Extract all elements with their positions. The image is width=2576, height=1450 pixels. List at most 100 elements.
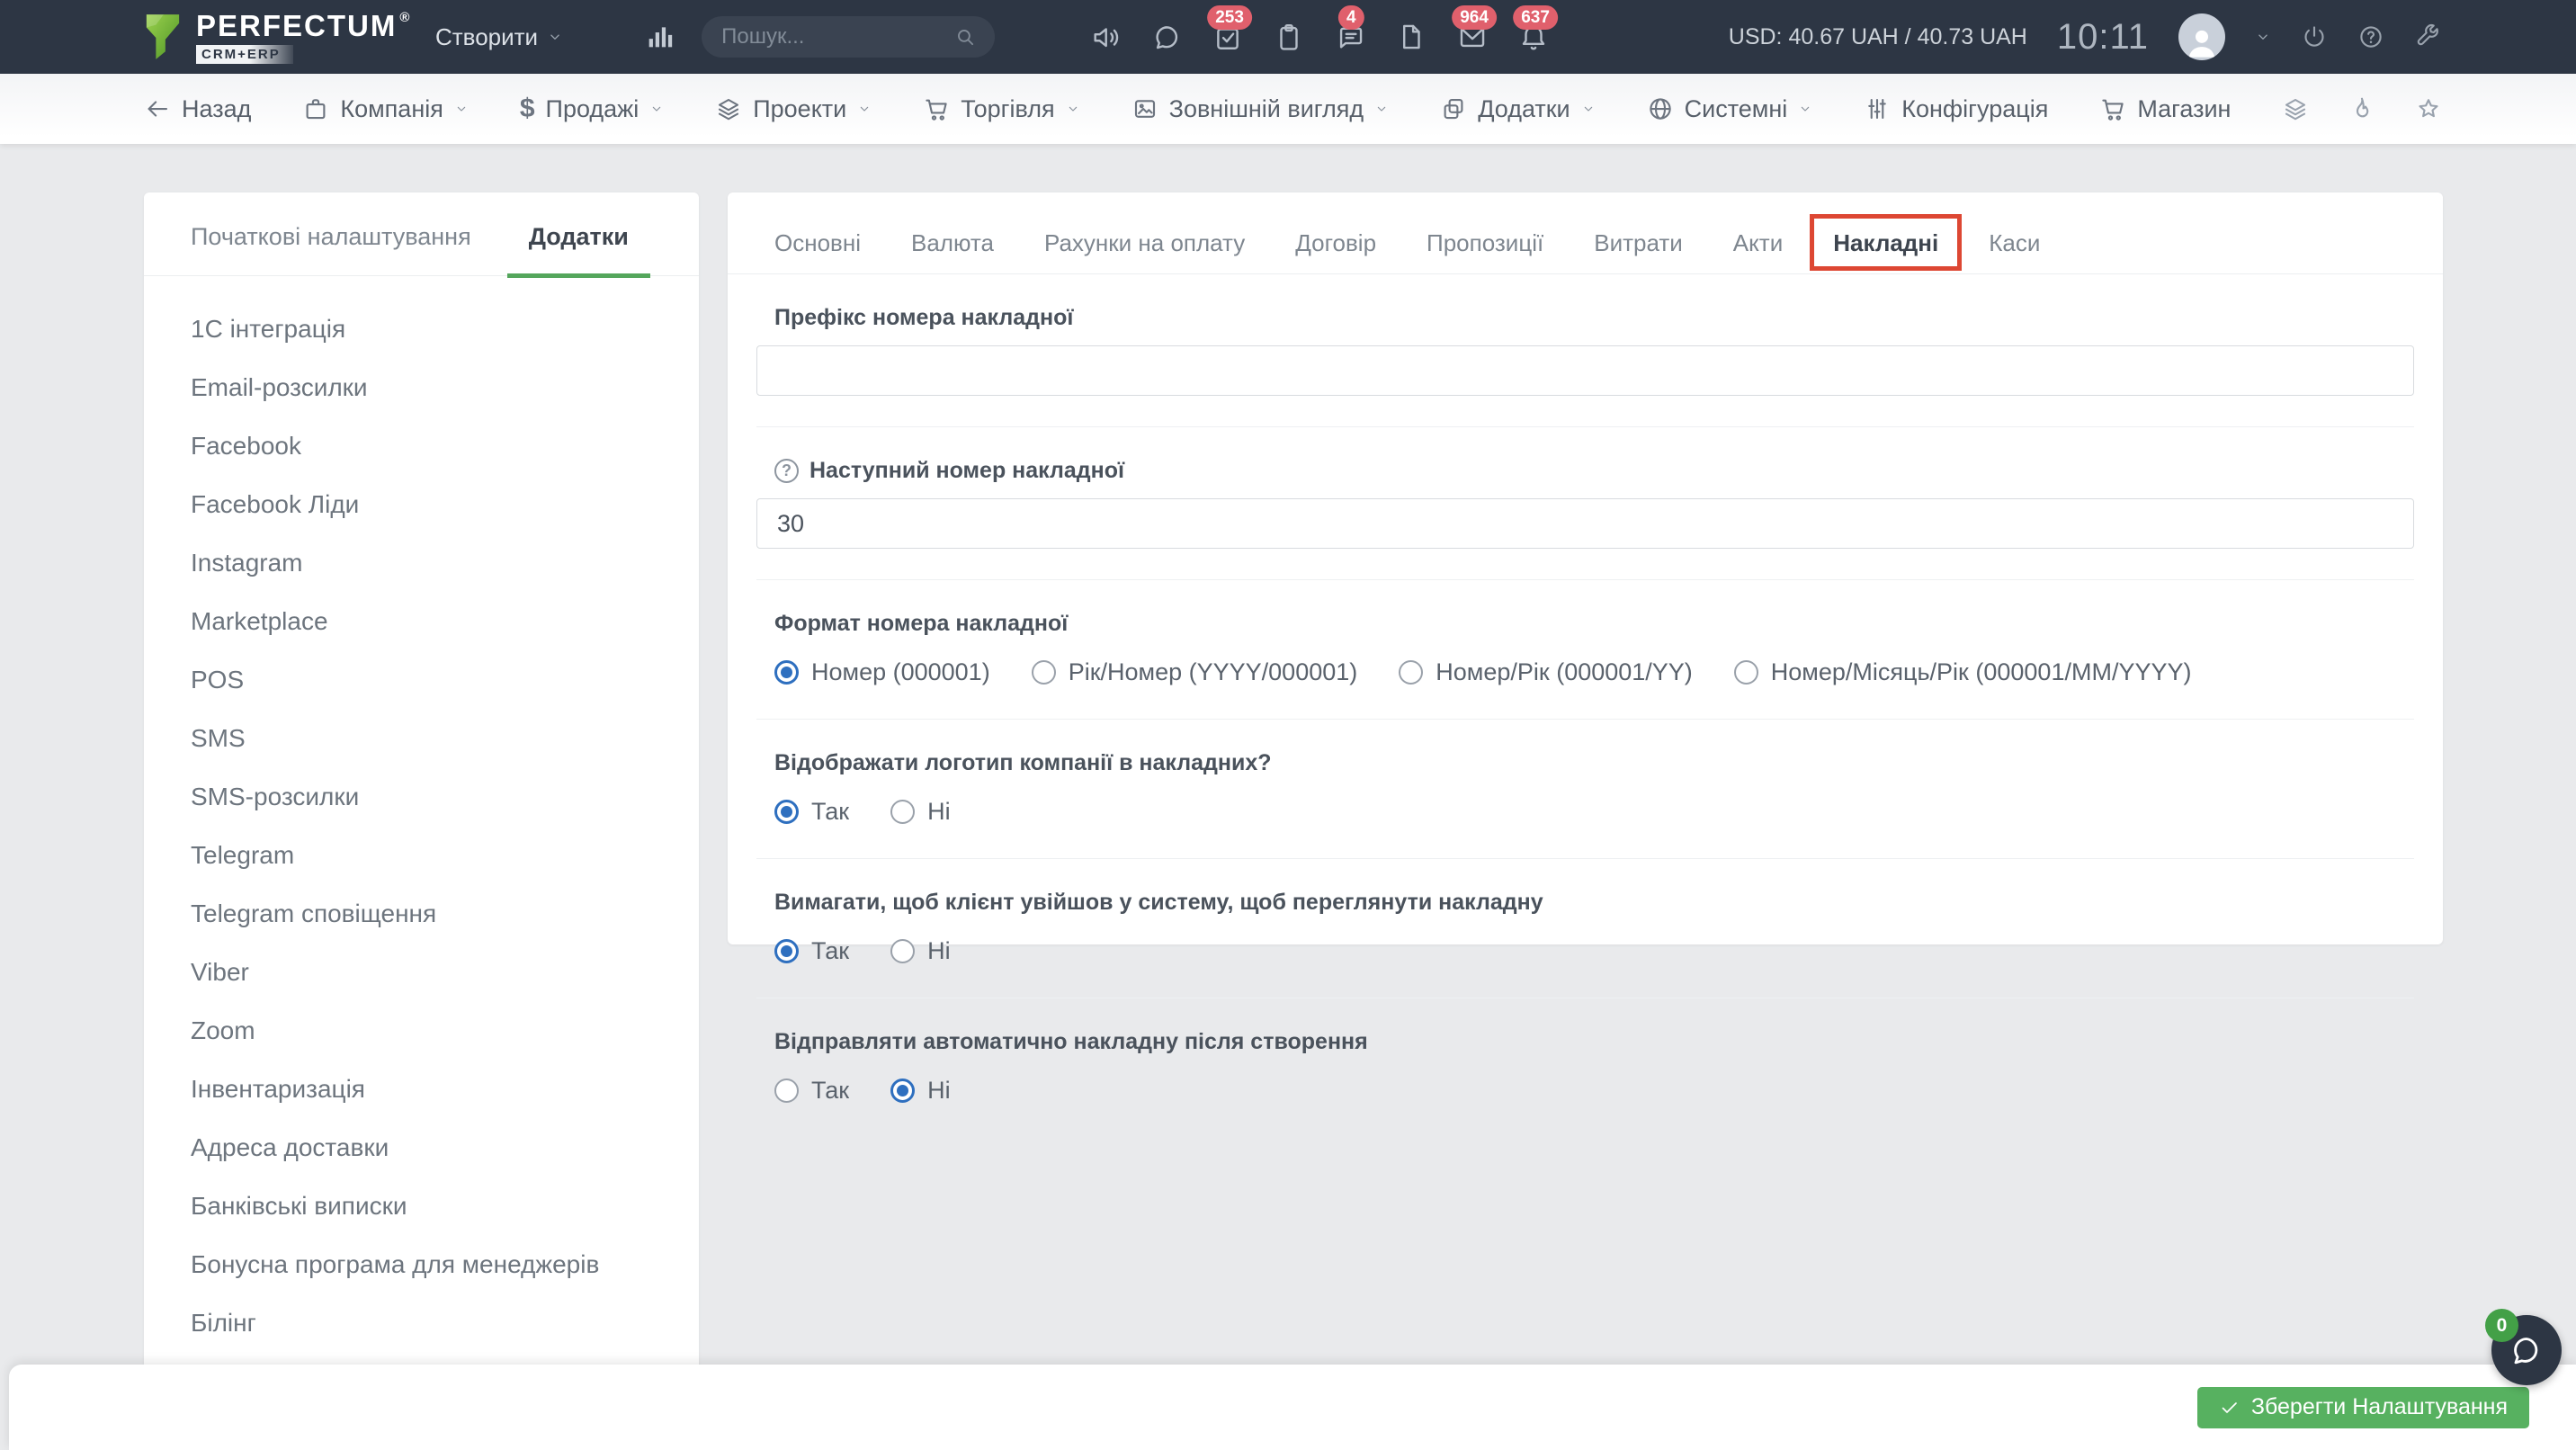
list-item-telegram-notifications[interactable]: Telegram сповіщення: [191, 884, 699, 943]
menu-item-addons[interactable]: Додатки: [1440, 95, 1595, 123]
radio-format-year-number[interactable]: Рік/Номер (YYYY/000001): [1031, 658, 1357, 686]
radio-label: Ні: [927, 1077, 951, 1104]
tab-acts[interactable]: Акти: [1733, 229, 1783, 257]
list-item-instagram[interactable]: Instagram: [191, 533, 699, 592]
chevron-down-icon: [1802, 106, 1810, 112]
tab-proposals[interactable]: Пропозиції: [1427, 229, 1543, 257]
radio-no[interactable]: Ні: [890, 798, 951, 826]
header-icons: 253 4 964 637: [1090, 5, 1558, 52]
radio-no[interactable]: Ні: [890, 1077, 951, 1105]
logo[interactable]: PERFECTUM ® CRM+ERP: [144, 11, 430, 64]
menu-item-projects[interactable]: Проекти: [715, 95, 872, 123]
menu-item-trade[interactable]: Торгівля: [923, 95, 1079, 123]
currency-rates: USD: 40.67 UAH / 40.73 UAH: [1728, 23, 2027, 49]
person-icon: [2188, 30, 2215, 58]
list-item-facebook[interactable]: Facebook: [191, 416, 699, 475]
list-item-email-campaigns[interactable]: Email-розсилки: [191, 358, 699, 416]
list-item-sms[interactable]: SMS: [191, 709, 699, 767]
create-button[interactable]: Створити: [430, 22, 568, 52]
statistics-icon[interactable]: [644, 22, 675, 52]
support-chat-button[interactable]: 0: [2485, 1309, 2562, 1385]
next-number-label: ? Наступний номер накладної: [774, 458, 2414, 484]
hot-button[interactable]: [2348, 95, 2375, 122]
tools-button[interactable]: [2414, 23, 2441, 50]
comments-button[interactable]: 4: [1335, 5, 1365, 52]
list-item-facebook-leads[interactable]: Facebook Ліди: [191, 475, 699, 533]
radio-format-number[interactable]: Номер (000001): [774, 658, 990, 686]
list-item-sms-campaigns[interactable]: SMS-розсилки: [191, 767, 699, 826]
documents-button[interactable]: [1396, 22, 1427, 52]
tab-main[interactable]: Основні: [774, 229, 861, 257]
search-input[interactable]: [720, 23, 954, 50]
notifications-button[interactable]: 637: [1513, 5, 1558, 52]
list-item-telegram[interactable]: Telegram: [191, 826, 699, 884]
radio-label: Ні: [927, 937, 951, 964]
radio-no[interactable]: Ні: [890, 937, 951, 965]
tab-expenses[interactable]: Витрати: [1594, 229, 1683, 257]
list-item-billing[interactable]: Білінг: [191, 1293, 699, 1352]
list-item-pos[interactable]: POS: [191, 650, 699, 709]
list-item-viber[interactable]: Viber: [191, 943, 699, 1001]
tab-contract[interactable]: Договір: [1295, 229, 1376, 257]
radio-format-number-month-year[interactable]: Номер/Місяць/Рік (000001/MM/YYYY): [1733, 658, 2191, 686]
briefcase-icon: [306, 99, 326, 120]
menu-item-sales[interactable]: $ Продажі: [520, 95, 664, 123]
power-icon: [2304, 26, 2324, 47]
menu-item-store[interactable]: Магазин: [2099, 95, 2231, 123]
sliders-icon: [1868, 98, 1887, 120]
radio-button: [890, 1079, 916, 1103]
list-item-bank-statements[interactable]: Банківські виписки: [191, 1177, 699, 1235]
sidebar-tabs: Початкові налаштування Додатки: [144, 192, 699, 278]
user-avatar[interactable]: [2178, 13, 2225, 60]
sound-button[interactable]: [1090, 22, 1121, 52]
prefix-input[interactable]: [756, 345, 2414, 396]
number-format-options: Номер (000001) Рік/Номер (YYYY/000001) Н…: [774, 658, 2414, 686]
list-item-inventory[interactable]: Інвентаризація: [191, 1060, 699, 1118]
help-circle-icon[interactable]: ?: [774, 459, 799, 483]
menu-item-configuration[interactable]: Конфігурація: [1864, 95, 2048, 123]
menu-item-appearance[interactable]: Зовнішній вигляд: [1131, 95, 1390, 123]
menu-item-company[interactable]: Компанія: [302, 95, 468, 123]
chat-button[interactable]: [1151, 22, 1182, 52]
menu-item-label: Зовнішній вигляд: [1168, 94, 1364, 122]
radio-yes[interactable]: Так: [774, 937, 849, 965]
radio-label: Так: [811, 1077, 850, 1104]
chevron-down-icon[interactable]: [2255, 29, 2271, 45]
list-item-manager-bonus-program[interactable]: Бонусна програма для менеджерів: [191, 1235, 699, 1293]
list-item-delivery-addresses[interactable]: Адреса доставки: [191, 1118, 699, 1177]
list-item-marketplace[interactable]: Marketplace: [191, 592, 699, 650]
menu-item-system[interactable]: Системні: [1647, 95, 1813, 123]
help-button[interactable]: [2357, 23, 2384, 50]
tab-cash-registers[interactable]: Каси: [1989, 229, 2040, 257]
tab-waybills[interactable]: Накладні: [1810, 213, 1963, 271]
tab-payment-invoices[interactable]: Рахунки на оплату: [1044, 229, 1245, 257]
search-icon[interactable]: [953, 25, 977, 49]
tab-addons[interactable]: Додатки: [506, 198, 651, 278]
dollar-icon: $: [519, 94, 535, 123]
require-login-question-block: Вимагати, щоб клієнт увійшов у систему, …: [756, 859, 2414, 998]
mail-badge: 964: [1452, 5, 1497, 30]
logo-text: PERFECTUM ® CRM+ERP: [196, 11, 411, 64]
logout-button[interactable]: [2301, 23, 2328, 50]
list-item-zoom[interactable]: Zoom: [191, 1001, 699, 1060]
radio-yes[interactable]: Так: [774, 1077, 849, 1105]
back-button[interactable]: Назад: [144, 95, 251, 123]
tab-initial-settings[interactable]: Початкові налаштування: [191, 198, 471, 275]
list-item-1c-integration[interactable]: 1С інтеграція: [191, 300, 699, 358]
radio-button: [774, 939, 799, 963]
tasks-button[interactable]: 253: [1207, 5, 1252, 52]
radio-format-number-year[interactable]: Номер/Рік (000001/YY): [1399, 658, 1693, 686]
mail-button[interactable]: 964: [1452, 5, 1497, 52]
favorites-button[interactable]: [2415, 95, 2442, 122]
radio-yes[interactable]: Так: [774, 798, 849, 826]
stack-button[interactable]: [2282, 95, 2309, 122]
tab-currency[interactable]: Валюта: [911, 229, 994, 257]
save-settings-button[interactable]: Зберегти Налаштування: [2196, 1386, 2529, 1428]
chat-unread-badge: 0: [2485, 1309, 2518, 1342]
save-settings-label: Зберегти Налаштування: [2250, 1394, 2508, 1419]
clipboard-button[interactable]: [1274, 22, 1304, 52]
back-label: Назад: [182, 94, 252, 122]
next-number-label-text: Наступний номер накладної: [809, 458, 1125, 483]
next-number-input[interactable]: [756, 498, 2414, 549]
top-header: PERFECTUM ® CRM+ERP Створити Пошук... 25…: [0, 0, 2576, 74]
